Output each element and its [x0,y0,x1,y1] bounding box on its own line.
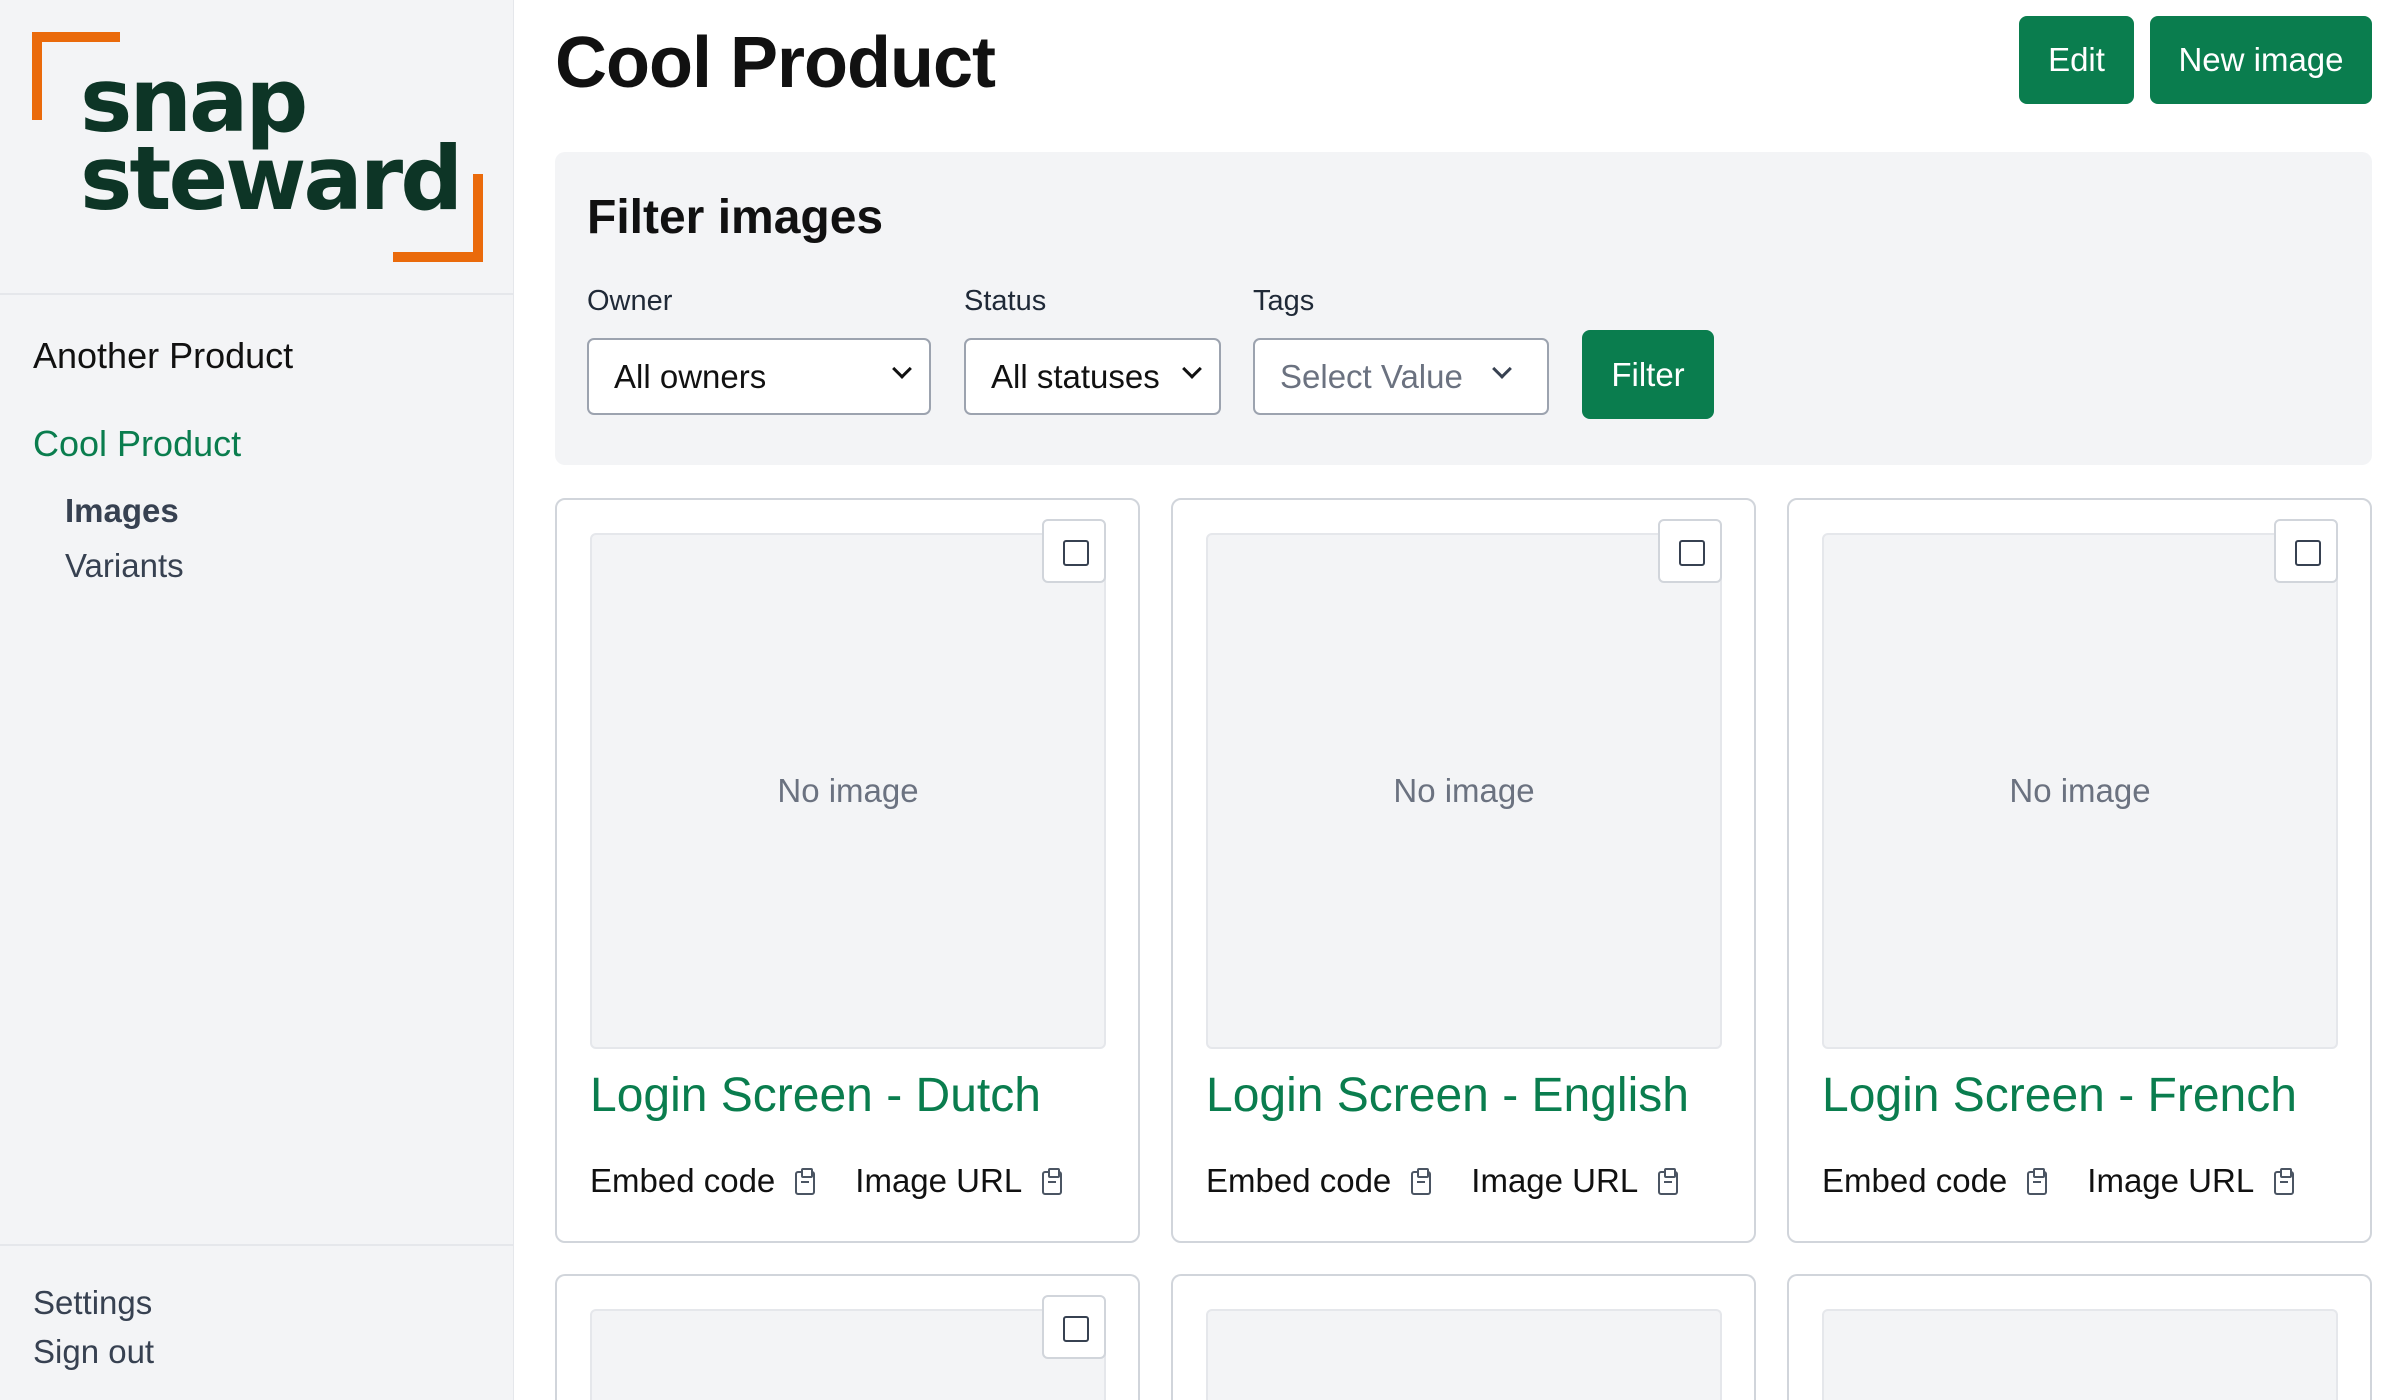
image-card: No image Login Screen - English Embed co… [1171,498,1756,1243]
status-select-value: All statuses [991,357,1160,395]
logo-bracket-bottom-right [393,174,483,262]
sidebar-footer: Settings Sign out [0,1244,514,1400]
card-title-link[interactable]: Login Screen - English [1206,1068,1689,1123]
card-copy-links: Embed code Image URL [1822,1162,2334,1200]
sidebar-subitem-variants[interactable]: Variants [65,547,184,585]
owner-select-value: All owners [614,357,767,395]
image-card: No image Login Screen - French Embed cod… [1787,498,2372,1243]
image-url-label: Image URL [1471,1162,1639,1199]
image-url-label: Image URL [855,1162,1023,1199]
clipboard-icon[interactable] [1042,1168,1063,1195]
chevron-down-icon [1492,359,1512,379]
image-card [555,1274,1140,1400]
clipboard-icon[interactable] [795,1168,816,1195]
clipboard-icon[interactable] [1658,1168,1679,1195]
card-title-link[interactable]: Login Screen - French [1822,1068,2297,1123]
image-card [1171,1274,1756,1400]
image-card: No image Login Screen - Dutch Embed code… [555,498,1140,1243]
image-url-label: Image URL [2087,1162,2255,1199]
filter-panel: Filter images Owner Status Tags All owne… [555,152,2372,465]
image-placeholder[interactable] [590,1309,1106,1400]
filter-button[interactable]: Filter [1582,330,1714,419]
status-select[interactable]: All statuses [964,338,1221,415]
select-checkbox[interactable] [2274,519,2338,583]
select-checkbox[interactable] [1042,1295,1106,1359]
checkbox-icon [1679,540,1705,566]
filter-title: Filter images [587,191,884,244]
sidebar-subitem-images[interactable]: Images [65,492,179,530]
image-placeholder[interactable]: No image [1206,533,1722,1049]
image-placeholder[interactable]: No image [590,533,1106,1049]
sidebar: snap steward Another Product Cool Produc… [0,0,514,1400]
checkbox-icon [1063,1316,1089,1342]
checkbox-icon [1063,540,1089,566]
card-copy-links: Embed code Image URL [590,1162,1102,1200]
status-label: Status [964,285,1047,317]
card-copy-links: Embed code Image URL [1206,1162,1718,1200]
select-checkbox[interactable] [1042,519,1106,583]
edit-button[interactable]: Edit [2019,16,2134,104]
checkbox-icon [2295,540,2321,566]
embed-code-label: Embed code [1206,1162,1392,1199]
clipboard-icon[interactable] [1411,1168,1432,1195]
tags-select[interactable]: Select Value [1253,338,1549,415]
tags-label: Tags [1253,285,1315,317]
sidebar-item-cool-product[interactable]: Cool Product [33,423,241,465]
tags-select-placeholder: Select Value [1280,357,1463,395]
logo[interactable]: snap steward [0,0,513,295]
chevron-down-icon [1182,359,1202,379]
image-card [1787,1274,2372,1400]
chevron-down-icon [892,359,912,379]
card-title-link[interactable]: Login Screen - Dutch [590,1068,1041,1123]
owner-label: Owner [587,285,673,317]
embed-code-label: Embed code [1822,1162,2008,1199]
image-placeholder[interactable] [1822,1309,2338,1400]
settings-link[interactable]: Settings [33,1284,152,1322]
new-image-button[interactable]: New image [2150,16,2372,104]
owner-select[interactable]: All owners [587,338,931,415]
image-placeholder[interactable] [1206,1309,1722,1400]
sign-out-link[interactable]: Sign out [33,1333,154,1371]
clipboard-icon[interactable] [2274,1168,2295,1195]
image-placeholder[interactable]: No image [1822,533,2338,1049]
clipboard-icon[interactable] [2027,1168,2048,1195]
page-title: Cool Product [555,23,996,103]
select-checkbox[interactable] [1658,519,1722,583]
sidebar-item-another-product[interactable]: Another Product [33,335,293,377]
embed-code-label: Embed code [590,1162,776,1199]
